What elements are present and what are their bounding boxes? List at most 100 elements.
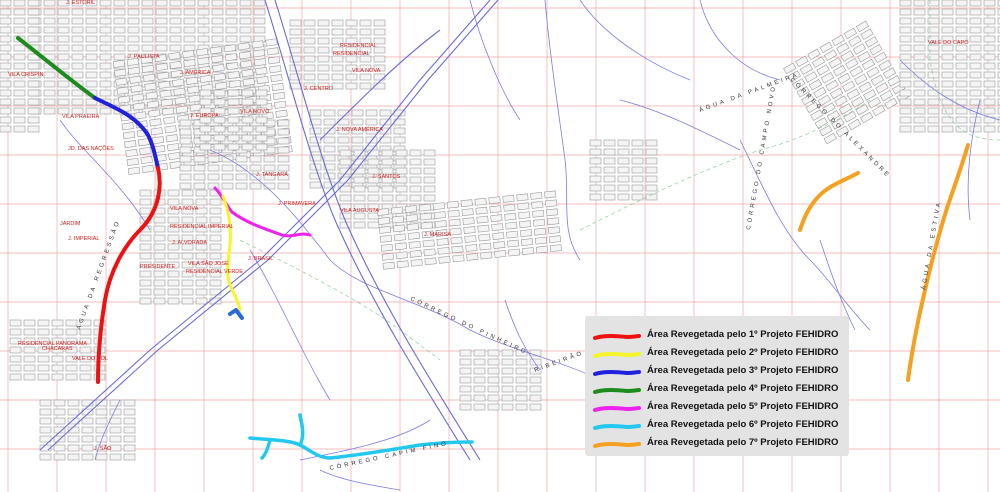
city-block <box>9 355 22 363</box>
district-label: CHÁCARAS <box>42 345 73 352</box>
city-block <box>899 116 912 124</box>
city-block <box>252 49 266 58</box>
district-label: JD. DAS NAÇÕES <box>68 145 114 152</box>
city-block <box>195 216 208 224</box>
district-label: J. SANTOS <box>372 174 401 180</box>
city-block <box>277 164 290 172</box>
revegetation-map[interactable]: J. ESTORIL VILA CRISPIN J. PAULISTA J. AMÉR… <box>0 0 1000 492</box>
city-block <box>228 79 242 89</box>
city-block <box>461 208 474 217</box>
district-label: VILA NOVO <box>240 109 270 115</box>
city-block <box>617 157 630 165</box>
city-block <box>617 148 630 156</box>
district-label: J. TANGARÁ <box>256 171 288 178</box>
city-block <box>549 244 562 253</box>
city-block <box>841 80 856 93</box>
legend-label: Área Revegetada pelo 6º Projeto FEHIDRO <box>647 418 839 430</box>
city-block <box>927 107 940 115</box>
city-block <box>351 136 364 144</box>
city-block <box>309 136 322 144</box>
city-block <box>209 243 222 251</box>
city-block <box>373 19 386 27</box>
city-block <box>123 453 136 461</box>
city-block <box>179 146 192 154</box>
city-block <box>377 208 390 216</box>
city-block <box>899 80 912 88</box>
city-block <box>139 288 152 296</box>
city-block <box>43 44 56 52</box>
city-block <box>353 185 366 193</box>
city-block <box>849 65 863 78</box>
city-block <box>409 158 422 166</box>
city-block <box>71 35 84 43</box>
city-block <box>603 184 616 192</box>
city-block <box>85 35 98 43</box>
city-block <box>473 394 486 402</box>
city-block <box>423 176 436 184</box>
city-block <box>181 216 194 224</box>
city-block <box>631 175 644 183</box>
city-block <box>969 71 982 79</box>
city-block <box>420 221 433 230</box>
city-block <box>529 403 542 411</box>
city-block <box>0 107 12 115</box>
city-block <box>870 74 885 86</box>
city-block <box>113 26 126 34</box>
city-block <box>820 72 835 84</box>
city-block <box>477 224 490 233</box>
city-block <box>515 376 528 384</box>
city-block <box>195 297 208 305</box>
city-block <box>57 62 70 70</box>
city-block <box>317 73 330 81</box>
city-block <box>207 155 220 163</box>
city-block <box>23 328 36 336</box>
city-block <box>913 98 926 106</box>
legend-swatch <box>593 437 641 448</box>
city-block <box>181 288 194 296</box>
city-block <box>57 17 70 25</box>
city-block <box>303 73 316 81</box>
city-block <box>125 148 138 158</box>
city-block <box>51 319 64 327</box>
city-block <box>168 52 181 61</box>
city-block <box>13 98 26 106</box>
city-block <box>289 73 302 81</box>
city-block <box>289 37 302 45</box>
city-block <box>955 80 968 88</box>
city-block <box>353 221 366 229</box>
district-label: J. BRASIL <box>248 256 273 262</box>
legend-item: Área Revegetada pelo 7º Projeto FEHIDRO <box>593 434 838 450</box>
city-block <box>381 158 394 166</box>
city-block <box>0 44 12 52</box>
city-block <box>515 367 528 375</box>
city-block <box>239 17 252 25</box>
city-block <box>23 319 36 327</box>
city-block <box>13 107 26 115</box>
city-block <box>165 134 179 143</box>
city-block <box>969 0 982 7</box>
city-block <box>43 89 56 97</box>
city-block <box>913 80 926 88</box>
city-block <box>359 73 372 81</box>
city-block <box>433 211 446 219</box>
city-block <box>379 118 392 126</box>
city-block <box>927 116 940 124</box>
city-block <box>140 155 153 165</box>
city-block <box>141 64 155 73</box>
city-block <box>214 81 228 90</box>
city-block <box>546 217 560 226</box>
city-block <box>941 71 954 79</box>
city-block <box>141 44 154 52</box>
city-block <box>113 0 126 7</box>
city-block <box>277 128 290 136</box>
city-block <box>267 56 281 65</box>
city-block <box>235 155 248 163</box>
city-block <box>424 257 437 266</box>
city-block <box>331 64 344 72</box>
city-block <box>81 417 94 425</box>
city-block <box>169 35 182 43</box>
city-block <box>27 116 40 124</box>
city-block <box>373 55 386 63</box>
city-block <box>969 80 982 88</box>
city-block <box>517 202 530 211</box>
